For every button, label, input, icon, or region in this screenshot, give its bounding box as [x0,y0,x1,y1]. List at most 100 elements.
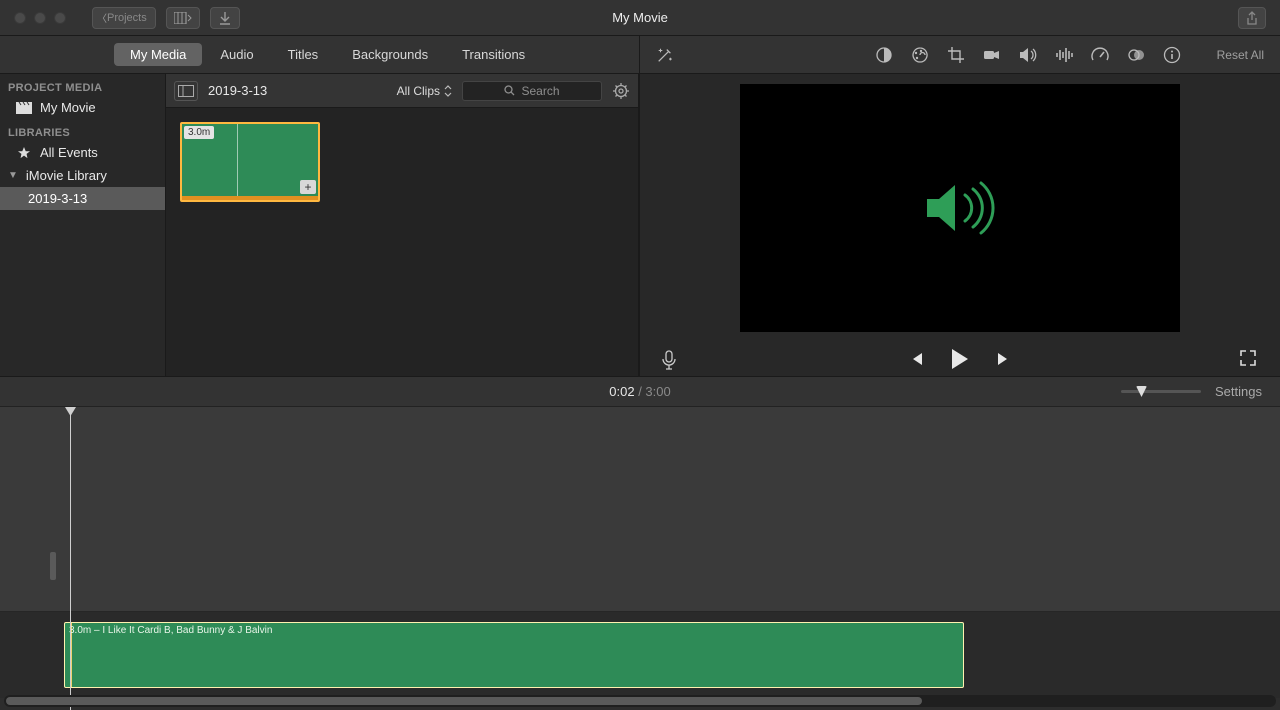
back-to-projects-button[interactable]: 〈 Projects [92,7,156,29]
volume-button[interactable] [1019,46,1037,64]
tab-titles[interactable]: Titles [272,43,335,66]
zoom-slider-thumb[interactable] [1136,386,1147,397]
palette-icon [911,46,929,64]
stabilization-button[interactable] [983,46,1001,64]
clip-audio-strip [182,196,318,200]
share-icon [1246,11,1258,25]
close-window-icon[interactable] [14,12,26,24]
timeline-video-lane[interactable] [0,407,1280,612]
chevron-down-icon: ▼ [8,170,18,181]
noise-reduction-button[interactable] [1055,46,1073,64]
maximize-window-icon[interactable] [54,12,66,24]
tab-audio[interactable]: Audio [204,43,269,66]
clip-duration-badge: 3.0m [184,126,214,139]
current-time: 0:02 [609,384,634,399]
total-time: 3:00 [645,384,670,399]
preview-controls [640,342,1280,376]
info-button[interactable] [1163,46,1181,64]
media-nav-tabs: My Media Audio Titles Backgrounds Transi… [0,36,639,74]
back-button-label: Projects [107,12,147,24]
color-correction-button[interactable] [911,46,929,64]
window-title: My Movie [612,10,668,25]
voiceover-button[interactable] [662,350,680,368]
timeline-scrollbar-thumb[interactable] [6,697,922,705]
plus-icon: + [304,181,311,193]
skip-forward-icon [996,351,1012,367]
next-clip-button[interactable] [996,351,1012,367]
search-placeholder: Search [521,84,559,98]
sidebar-toggle-icon [178,85,194,97]
timeline-zoom-slider[interactable] [1121,390,1201,393]
prev-clip-button[interactable] [908,351,924,367]
library-sidebar: PROJECT MEDIA My Movie LIBRARIES All Eve… [0,74,166,376]
gear-icon [612,82,630,100]
timeline-audio-lane[interactable]: 3.0m – I Like It Cardi B, Bad Bunny & J … [0,612,1280,698]
titlebar: 〈 Projects My Movie [0,0,1280,36]
play-button[interactable] [950,348,970,370]
audio-clip-label: 3.0m – I Like It Cardi B, Bad Bunny & J … [69,625,272,636]
clip-filter-dropdown[interactable]: All Clips [397,84,452,98]
timeline-infobar: 0:02 / 3:00 Settings [0,377,1280,407]
video-camera-icon [983,48,1001,62]
preview-viewer-area [640,74,1280,342]
crop-icon [947,46,965,64]
sidebar-item-all-events[interactable]: All Events [0,141,165,164]
magic-wand-icon [656,45,674,65]
equalizer-icon [1055,47,1073,63]
add-clip-button[interactable]: + [300,180,316,194]
tab-backgrounds[interactable]: Backgrounds [336,43,444,66]
fullscreen-icon [1240,350,1256,366]
half-circle-icon [875,46,893,64]
timeline-settings-button[interactable]: Settings [1215,384,1262,399]
import-icon [219,11,231,25]
crop-button[interactable] [947,46,965,64]
window-traffic-lights [14,12,66,24]
info-icon [1163,46,1181,64]
clip-filter-button[interactable] [1127,46,1145,64]
timeline-marker-slot [50,552,56,580]
clip-skimmer-line [237,124,238,196]
sidebar-item-label: iMovie Library [26,168,107,183]
media-browser: 2019-3-13 All Clips Search [166,74,639,376]
tab-transitions[interactable]: Transitions [446,43,541,66]
sidebar-item-label: My Movie [40,100,96,115]
sidebar-item-event-selected[interactable]: 2019-3-13 [0,187,165,210]
overlap-circles-icon [1127,47,1145,63]
tab-my-media[interactable]: My Media [114,43,202,66]
play-icon [950,348,970,370]
fullscreen-button[interactable] [1240,350,1258,368]
reset-all-button[interactable]: Reset All [1217,48,1264,62]
media-clip-thumbnail[interactable]: 3.0m + [180,122,320,202]
time-separator: / [635,384,646,399]
preview-panel: Reset All [640,36,1280,376]
search-icon [504,85,515,96]
color-balance-button[interactable] [875,46,893,64]
search-input[interactable]: Search [462,81,602,101]
timeline-audio-clip[interactable]: 3.0m – I Like It Cardi B, Bad Bunny & J … [64,622,964,688]
sidebar-item-imovie-library[interactable]: ▼ iMovie Library [0,164,165,187]
toggle-sidebar-button[interactable] [174,81,198,101]
timeline-playhead[interactable] [70,407,71,710]
browser-header: 2019-3-13 All Clips Search [166,74,638,108]
share-button[interactable] [1238,7,1266,29]
import-button[interactable] [210,7,240,29]
volume-icon [1019,47,1037,63]
timeline[interactable]: 3.0m – I Like It Cardi B, Bad Bunny & J … [0,407,1280,710]
microphone-icon [662,350,676,370]
library-view-button[interactable] [166,7,200,29]
timeline-scrollbar[interactable] [4,695,1276,707]
sidebar-item-my-movie[interactable]: My Movie [0,96,165,119]
preview-toolbar: Reset All [640,36,1280,74]
library-view-icon [174,12,192,24]
browser-settings-button[interactable] [612,82,630,100]
sidebar-item-label: 2019-3-13 [28,191,87,206]
project-media-header: PROJECT MEDIA [0,74,165,96]
speedometer-icon [1091,46,1109,64]
browser-event-title: 2019-3-13 [208,83,267,98]
star-icon [16,147,32,159]
minimize-window-icon[interactable] [34,12,46,24]
libraries-header: LIBRARIES [0,119,165,141]
enhance-button[interactable] [656,46,674,64]
preview-viewer[interactable] [740,84,1180,332]
speed-button[interactable] [1091,46,1109,64]
